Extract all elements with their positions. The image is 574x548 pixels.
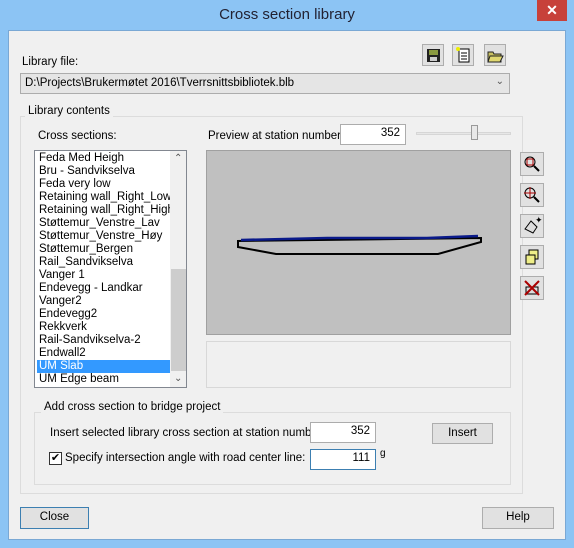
station-slider-thumb[interactable] [471, 125, 478, 140]
list-item[interactable]: Vanger2 [37, 295, 170, 308]
cross-section-drawing [237, 234, 482, 255]
window-title: Cross section library [219, 6, 355, 23]
list-item[interactable]: Feda very low [37, 178, 170, 191]
insert-button[interactable]: Insert [432, 423, 493, 444]
library-file-label: Library file: [22, 56, 79, 68]
chevron-down-icon: ⌄ [495, 76, 504, 87]
preview-station-input[interactable]: 352 [340, 124, 406, 145]
insert-station-input[interactable]: 352 [310, 422, 376, 443]
open-folder-icon [487, 51, 504, 63]
angle-checkbox[interactable]: ✔ [49, 452, 62, 465]
add-section-label: Add cross section to bridge project [41, 401, 224, 413]
new-library-button[interactable] [452, 44, 474, 66]
angle-unit: g [380, 448, 386, 459]
angle-input[interactable]: 111 [310, 449, 376, 470]
close-window-button[interactable]: ✕ [537, 0, 567, 21]
checkmark-icon: ✔ [50, 452, 61, 464]
pan-button[interactable]: ✦ [520, 214, 544, 238]
zoom-extents-icon [524, 156, 540, 172]
angle-label: Specify intersection angle with road cen… [65, 452, 306, 464]
station-slider[interactable] [416, 132, 511, 135]
list-item[interactable]: Retaining wall_Right_High [37, 204, 174, 217]
delete-button[interactable] [520, 276, 544, 300]
svg-text:✦: ✦ [535, 215, 543, 225]
list-item[interactable]: Rail-Sandvikselva-2 [37, 334, 170, 347]
list-item[interactable]: Støttemur_Venstre_Høy [37, 230, 170, 243]
preview-label: Preview at station number: [208, 130, 345, 142]
save-icon [427, 49, 440, 62]
copy-button[interactable] [520, 245, 544, 269]
list-item[interactable]: Vanger 1 [37, 269, 170, 282]
library-contents-label: Library contents [25, 105, 113, 117]
list-item[interactable]: Feda Med Heigh [37, 152, 170, 165]
insert-station-label: Insert selected library cross section at… [50, 427, 325, 439]
zoom-window-icon [524, 187, 540, 203]
new-file-icon [456, 47, 470, 63]
preview-canvas[interactable] [206, 150, 511, 335]
scroll-up-icon[interactable]: ⌃ [174, 153, 182, 164]
list-item[interactable]: Retaining wall_Right_Low [37, 191, 171, 204]
copy-icon [525, 249, 539, 265]
open-library-button[interactable] [484, 44, 506, 66]
list-item[interactable]: Rekkverk [37, 321, 170, 334]
list-item[interactable]: Endwall2 [37, 347, 170, 360]
zoom-window-button[interactable] [520, 183, 544, 207]
scroll-down-icon[interactable]: ⌄ [174, 373, 182, 384]
list-item[interactable]: Rail_Sandvikselva [37, 256, 170, 269]
list-item[interactable]: Endevegg2 [37, 308, 170, 321]
list-item[interactable]: UM Edge beam [37, 373, 170, 386]
save-button[interactable] [422, 44, 444, 66]
library-file-path: D:\Projects\Brukermøtet 2016\Tverrsnitts… [25, 77, 295, 89]
list-item[interactable]: Endevegg - Landkar [37, 282, 170, 295]
list-item[interactable]: Støttemur_Venstre_Lav [37, 217, 170, 230]
list-item[interactable]: Støttemur_Bergen [37, 243, 170, 256]
list-item[interactable]: Bru - Sandvikselva [37, 165, 170, 178]
scrollbar-thumb[interactable] [171, 269, 186, 371]
library-file-combo[interactable]: D:\Projects\Brukermøtet 2016\Tverrsnitts… [20, 73, 510, 94]
list-item[interactable]: UM Slab [37, 360, 170, 373]
delete-icon [524, 280, 540, 296]
info-panel [206, 341, 511, 388]
cross-sections-list[interactable]: Feda Med Heigh Bru - Sandvikselva Feda ver… [34, 150, 187, 388]
pan-icon: ✦ [524, 215, 543, 234]
close-button[interactable]: Close [20, 507, 89, 529]
cross-sections-label: Cross sections: [38, 130, 117, 142]
zoom-extents-button[interactable] [520, 152, 544, 176]
help-button[interactable]: Help [482, 507, 554, 529]
